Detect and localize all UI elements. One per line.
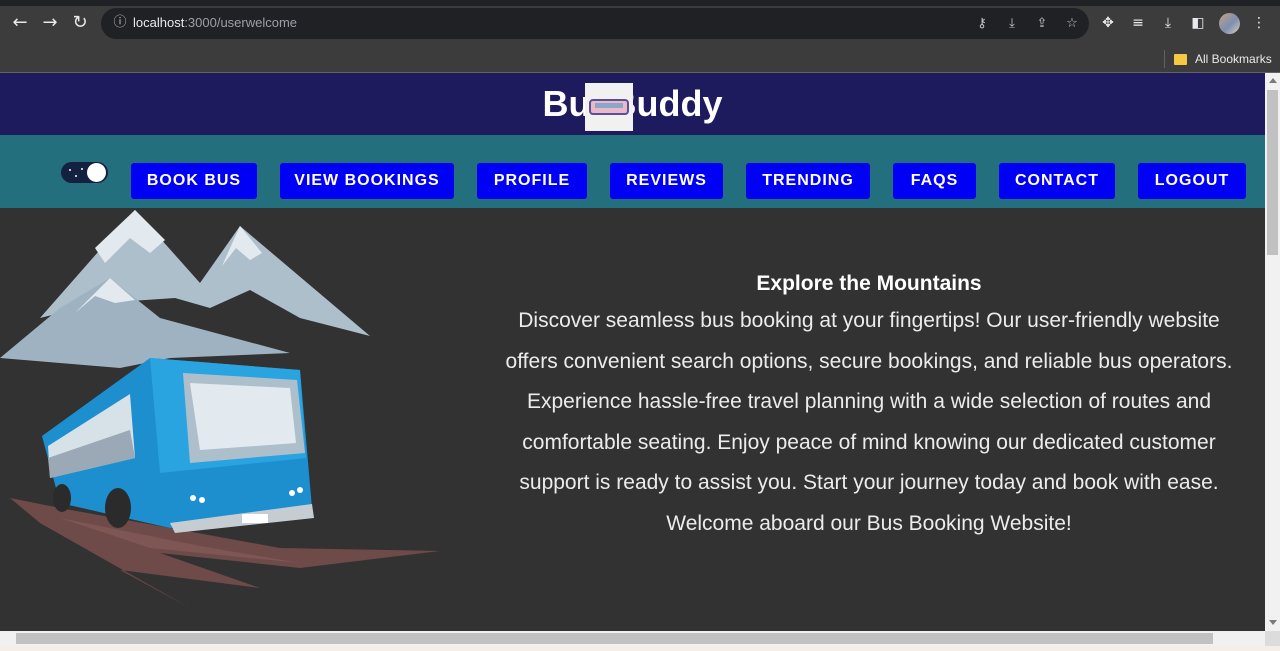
scroll-up-arrow-icon[interactable] — [1269, 78, 1277, 83]
hero-line: offers convenient search options, secure… — [505, 349, 1233, 373]
bookmarks-folder[interactable]: All Bookmarks — [1174, 50, 1272, 68]
hero-line: Welcome aboard our Bus Booking Website! — [666, 511, 1072, 535]
toggle-star — [69, 169, 71, 171]
hero-description: Discover seamless bus booking at your fi… — [474, 301, 1264, 544]
theme-toggle[interactable] — [61, 162, 108, 183]
toggle-knob — [87, 163, 106, 182]
bookmarks-folder-label: All Bookmarks — [1195, 52, 1272, 66]
bookmarks-separator — [1164, 50, 1165, 68]
address-bar[interactable]: ⓘ localhost:3000/userwelcome ⚷ ⤓ ⇪ ☆ — [101, 8, 1089, 39]
hero-line: support is ready to assist you. Start yo… — [519, 471, 1219, 494]
nav-logout-button[interactable]: LOGOUT — [1138, 163, 1246, 199]
mountain-bus-illustration — [0, 210, 440, 608]
more-menu-icon[interactable]: ⋮ — [1249, 13, 1269, 33]
tab-strip — [0, 0, 1280, 6]
scroll-down-arrow-icon[interactable] — [1269, 620, 1277, 625]
page-viewport: BusBuddy BOOK BUS VIEW BOOKINGS PROFILE … — [0, 73, 1265, 631]
reload-icon[interactable]: ↻ — [69, 12, 91, 34]
horizontal-scroll-thumb[interactable] — [16, 633, 1213, 644]
share-icon[interactable]: ⇪ — [1032, 14, 1052, 34]
reading-list-icon[interactable]: ≡ — [1128, 13, 1148, 33]
hero-title: Explore the Mountains — [756, 272, 982, 295]
site-info-icon[interactable]: ⓘ — [111, 14, 129, 32]
main-navbar: BOOK BUS VIEW BOOKINGS PROFILE REVIEWS T… — [0, 135, 1265, 208]
side-panel-icon[interactable]: ◧ — [1188, 13, 1208, 33]
horizontal-scrollbar[interactable] — [0, 631, 1265, 646]
bus-graphic — [42, 358, 314, 533]
vertical-scroll-thumb[interactable] — [1267, 90, 1278, 255]
nav-contact-button[interactable]: CONTACT — [999, 163, 1115, 199]
url-path: :3000/userwelcome — [184, 15, 298, 30]
browser-toolbar: ← → ↻ ⓘ localhost:3000/userwelcome ⚷ ⤓ ⇪… — [0, 0, 1280, 46]
bus-logo-icon — [585, 83, 633, 131]
nav-reviews-button[interactable]: REVIEWS — [610, 163, 723, 199]
back-arrow-icon[interactable]: ← — [9, 12, 31, 34]
scrollbar-corner — [1265, 631, 1280, 646]
key-icon[interactable]: ⚷ — [972, 14, 992, 34]
extensions-icon[interactable]: ✥ — [1098, 13, 1118, 33]
nav-view-bookings-button[interactable]: VIEW BOOKINGS — [280, 163, 454, 199]
hero-line: Discover seamless bus booking at your fi… — [518, 309, 1220, 332]
window-bottom-edge — [0, 646, 1280, 651]
star-icon[interactable]: ☆ — [1062, 14, 1082, 34]
forward-arrow-icon[interactable]: → — [39, 12, 61, 34]
nav-trending-button[interactable]: TRENDING — [746, 163, 870, 199]
hero-text: Explore the Mountains Discover seamless … — [474, 269, 1264, 544]
toggle-star — [81, 168, 83, 170]
nav-faqs-button[interactable]: FAQS — [893, 163, 976, 199]
vertical-scrollbar[interactable] — [1265, 73, 1280, 631]
hero-line: comfortable seating. Enjoy peace of mind… — [522, 430, 1216, 454]
url-host: localhost — [133, 15, 185, 30]
nav-book-bus-button[interactable]: BOOK BUS — [131, 163, 257, 199]
mini-bus-graphic — [589, 99, 629, 115]
site-header: BusBuddy — [0, 73, 1265, 135]
bookmarks-bar: All Bookmarks — [0, 46, 1280, 73]
profile-avatar[interactable] — [1219, 13, 1240, 34]
toggle-star — [75, 175, 77, 177]
nav-profile-button[interactable]: PROFILE — [477, 163, 587, 199]
install-icon[interactable]: ⤓ — [1002, 14, 1022, 34]
hero-line: Experience hassle-free travel planning w… — [526, 390, 1212, 413]
folder-icon — [1174, 53, 1187, 65]
url-text[interactable]: localhost:3000/userwelcome — [133, 15, 297, 30]
mountains-graphic — [0, 210, 370, 368]
download-icon[interactable]: ⤓ — [1158, 13, 1178, 33]
